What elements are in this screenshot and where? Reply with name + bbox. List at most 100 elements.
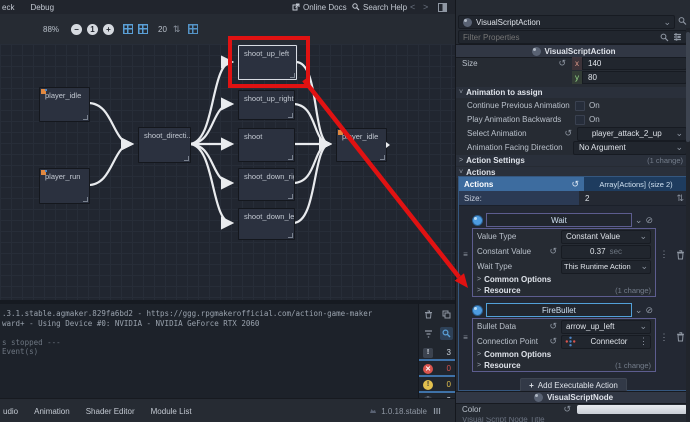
wait-common-options-header[interactable]: ˃ Common Options xyxy=(473,274,655,285)
node-resize-corner[interactable] xyxy=(83,197,88,202)
open-docs-icon[interactable] xyxy=(678,16,687,26)
bullet-data-revert-icon[interactable]: ↺ xyxy=(549,322,557,331)
zoom-out-button[interactable]: − xyxy=(71,24,82,35)
node-resize-corner[interactable] xyxy=(184,156,189,161)
size-x-field[interactable]: 140 xyxy=(582,57,687,70)
clear-resource-icon[interactable]: ⊘ xyxy=(645,216,653,225)
bottom-tab-module-list[interactable]: Module List xyxy=(151,407,192,416)
connection-point-revert-icon[interactable]: ↺ xyxy=(549,337,557,346)
array-type-tab[interactable]: Array[Actions] (size 2) xyxy=(584,177,688,191)
connector-menu-dots-icon[interactable]: ⋮ xyxy=(639,337,648,346)
array-size-field[interactable]: 2 ⇅ xyxy=(579,191,688,205)
array-size-spinner-icon[interactable]: ⇅ xyxy=(676,194,684,203)
object-selector-dropdown[interactable]: VisualScriptAction ⌄ xyxy=(458,15,675,29)
zoom-reset-button[interactable]: 1 xyxy=(87,24,98,35)
select-animation-revert-icon[interactable]: ↺ xyxy=(564,129,572,138)
errors-count-badge[interactable]: ✕ 0 xyxy=(419,362,455,377)
filter-options-icon[interactable] xyxy=(673,33,682,41)
filter-messages-button[interactable] xyxy=(422,327,435,340)
node-resize-corner[interactable] xyxy=(380,155,385,160)
bullet-data-dropdown[interactable]: arrow_up_left ⌄ xyxy=(561,320,651,334)
online-docs-button[interactable]: Online Docs xyxy=(292,3,347,12)
snap-step-value[interactable]: 20 xyxy=(158,25,167,34)
firebullet-resource-dropdown[interactable]: FireBullet xyxy=(486,303,632,317)
continue-prev-checkbox[interactable]: On xyxy=(575,101,687,111)
zoom-in-button[interactable]: + xyxy=(103,24,114,35)
expand-panel-icon[interactable] xyxy=(433,407,441,415)
snap-grid-icon[interactable] xyxy=(123,24,133,34)
back-chevron-icon[interactable]: < xyxy=(410,3,415,12)
bottom-tab-shader-editor[interactable]: Shader Editor xyxy=(86,407,135,416)
color-picker-bar[interactable] xyxy=(577,405,687,414)
graph-node-shoot[interactable]: shoot xyxy=(238,128,295,162)
node-type-icon xyxy=(338,130,343,135)
graph-node-shoot-up-left[interactable]: shoot_up_left xyxy=(238,45,297,80)
graph-node-shoot-direction[interactable]: shoot_directi... xyxy=(138,127,191,163)
delete-item-icon[interactable] xyxy=(676,250,685,260)
chevron-down-icon[interactable]: ⌄ xyxy=(635,306,643,315)
node-output-port[interactable] xyxy=(386,142,390,148)
action-settings-header[interactable]: ˃ Action Settings (1 change) xyxy=(456,155,687,166)
graph-node-shoot-up-right[interactable]: shoot_up_right xyxy=(238,90,295,120)
item-options-dots-icon[interactable]: ⋮ xyxy=(660,333,669,342)
filter-properties-box[interactable] xyxy=(458,30,687,44)
firebullet-resource-header[interactable]: ˃ Resource (1 change) xyxy=(473,360,655,371)
graph-canvas[interactable]: player_idle player_run shoot_directi... … xyxy=(0,44,455,300)
error-icon: ✕ xyxy=(423,364,433,374)
graph-node-player-idle-left[interactable]: player_idle xyxy=(39,87,90,122)
array-revert-icon[interactable]: ↺ xyxy=(571,180,579,189)
search-help-button[interactable]: Search Help xyxy=(352,3,407,12)
constant-value-revert-icon[interactable]: ↺ xyxy=(549,247,557,256)
clear-output-button[interactable] xyxy=(422,308,435,321)
wait-type-dropdown[interactable]: This Runtime Action ⌄ xyxy=(561,260,651,274)
bottom-tab-audio[interactable]: udio xyxy=(3,407,18,416)
copy-output-button[interactable] xyxy=(440,308,453,321)
node-resize-corner[interactable] xyxy=(288,113,293,118)
drag-handle-icon[interactable]: ≡ xyxy=(459,212,472,297)
size-revert-icon[interactable]: ↺ xyxy=(558,59,566,68)
play-backwards-checkbox[interactable]: On xyxy=(575,115,687,125)
search-messages-button[interactable] xyxy=(440,327,453,340)
graph-node-shoot-down-right[interactable]: shoot_down_rig... xyxy=(238,168,295,201)
bottom-tab-animation[interactable]: Animation xyxy=(34,407,70,416)
clear-resource-icon[interactable]: ⊘ xyxy=(645,306,653,315)
value-type-dropdown[interactable]: Constant Value ⌄ xyxy=(561,230,651,244)
color-revert-icon[interactable]: ↺ xyxy=(563,405,571,414)
connection-point-field[interactable]: Connector ⋮ xyxy=(561,335,651,349)
drag-handle-icon[interactable]: ≡ xyxy=(459,302,472,372)
warnings-count-badge[interactable]: ! 0 xyxy=(419,378,455,393)
animation-section-header[interactable]: ˅ Animation to assign xyxy=(456,87,687,98)
node-resize-corner[interactable] xyxy=(83,115,88,120)
chevron-down-icon[interactable]: ⌄ xyxy=(635,216,643,225)
item-options-dots-icon[interactable]: ⋮ xyxy=(660,250,669,259)
snap-guides-icon[interactable] xyxy=(138,24,148,34)
graph-node-player-idle-right[interactable]: player_idle xyxy=(336,128,387,162)
firebullet-common-options-header[interactable]: ˃ Common Options xyxy=(473,349,655,360)
delete-item-icon[interactable] xyxy=(676,332,685,342)
menu-item-debug[interactable]: Debug xyxy=(22,0,62,14)
array-property-tab[interactable]: Actions ↺ xyxy=(459,177,584,191)
scrollbar-thumb[interactable] xyxy=(686,32,690,142)
select-animation-dropdown[interactable]: player_attack_2_up ⌄ xyxy=(577,127,687,141)
filter-properties-input[interactable] xyxy=(459,33,660,42)
graph-node-player-run[interactable]: player_run xyxy=(39,168,90,204)
wait-resource-header[interactable]: ˃ Resource (1 change) xyxy=(473,285,655,296)
node-resize-corner[interactable] xyxy=(288,233,293,238)
facing-direction-dropdown[interactable]: No Argument ⌄ xyxy=(573,141,687,155)
constant-value-field[interactable]: 0.37 sec xyxy=(561,245,651,259)
node-resize-corner[interactable] xyxy=(288,194,293,199)
node-resize-corner[interactable] xyxy=(288,155,293,160)
size-y-field[interactable]: 80 xyxy=(582,71,687,84)
minimap-toggle-icon[interactable] xyxy=(188,24,198,34)
inspector-scrollbar[interactable] xyxy=(686,28,690,422)
snap-step-spinner-icon[interactable]: ⇅ xyxy=(173,25,181,34)
panel-layout-icon[interactable] xyxy=(438,3,447,12)
messages-count-badge[interactable]: ! 3 xyxy=(419,346,455,361)
class-section-header[interactable]: VisualScriptAction xyxy=(456,44,690,58)
forward-chevron-icon[interactable]: > xyxy=(423,3,428,12)
node-resize-corner[interactable] xyxy=(290,73,295,78)
wait-resource-dropdown[interactable]: Wait xyxy=(486,213,632,227)
graph-node-shoot-down-left[interactable]: shoot_down_left xyxy=(238,208,295,240)
menu-item-cropped[interactable]: eck xyxy=(0,0,22,14)
console-tool-column: ! 3 ✕ 0 ! 0 i 2 xyxy=(418,304,455,398)
